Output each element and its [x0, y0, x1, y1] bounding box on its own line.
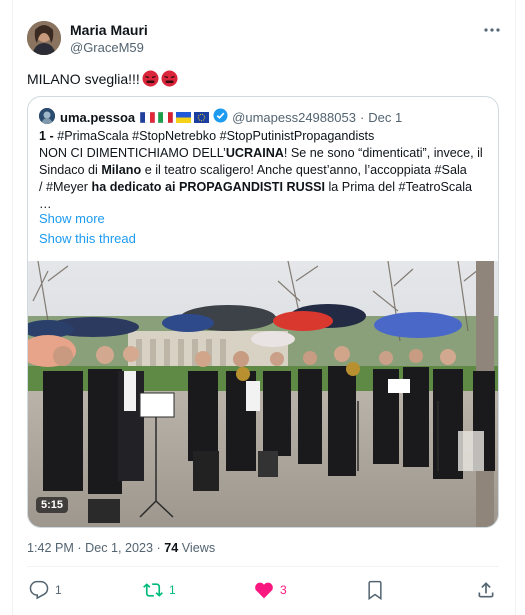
reply-count: 1 — [55, 583, 62, 597]
views-count: 74 — [164, 541, 179, 555]
author-name[interactable]: Maria Mauri — [70, 22, 148, 38]
ukraine-flag-icon — [176, 111, 192, 123]
quoted-text-line: / #Meyer ha dedicato ai PROPAGANDISTI RU… — [39, 179, 491, 196]
like-icon — [255, 582, 273, 599]
meta-separator: · — [77, 541, 86, 555]
quoted-text-line: NON CI DIMENTICHIAMO DELL’UCRAINA! Se ne… — [39, 145, 491, 162]
tweet-date[interactable]: Dec 1, 2023 — [85, 541, 153, 555]
show-thread-link[interactable]: Show this thread — [39, 231, 136, 246]
like-button[interactable]: 3 — [254, 580, 287, 600]
quoted-text-segment: la Prima del #TeatroScala — [325, 180, 472, 194]
quoted-tweet-card[interactable]: uma.pessoa @umapess24988053 · Dec 1 1 - … — [27, 96, 499, 528]
quoted-text-line: … — [39, 196, 491, 213]
show-more-link[interactable]: Show more — [39, 211, 105, 226]
quoted-text-segment: e il teatro scaligero! Anche quest’anno,… — [141, 163, 467, 177]
share-button[interactable] — [476, 580, 496, 600]
author-handle[interactable]: @GraceM59 — [70, 40, 144, 55]
quoted-text-segment: UCRAINA — [225, 146, 284, 160]
like-count: 3 — [280, 583, 287, 597]
video-player[interactable]: 5:15 — [28, 261, 498, 527]
bookmark-button[interactable] — [365, 580, 385, 600]
reply-icon — [29, 580, 49, 600]
quoted-tweet-date[interactable]: Dec 1 — [368, 110, 402, 125]
video-thumbnail — [28, 261, 498, 527]
quoted-date-separator: · — [359, 109, 365, 125]
quoted-text-line: Sindaco di Milano e il teatro scaligero!… — [39, 162, 491, 179]
quoted-text-segment: ! Se ne sono “dimenticati”, invece, il — [283, 146, 483, 160]
flags-group — [140, 111, 210, 123]
quoted-text-segment: NON CI DIMENTICHIAMO DELL’ — [39, 146, 226, 160]
divider — [27, 566, 499, 567]
views-label: Views — [181, 541, 216, 555]
more-icon[interactable] — [482, 22, 502, 38]
italy-flag-icon — [158, 111, 174, 123]
angry-face-emoji-icon — [142, 70, 159, 90]
eu-flag-icon — [194, 111, 210, 123]
quoted-text-segment: … — [39, 197, 52, 211]
quoted-tweet-body: 1 - #PrimaScala #StopNetrebko #StopPutin… — [39, 128, 491, 213]
repost-button[interactable]: 1 — [143, 580, 176, 600]
quoted-text-segment: Milano — [101, 163, 142, 177]
repost-count: 1 — [169, 583, 176, 597]
tweet-meta: 1:42 PM · Dec 1, 2023 · 74 Views — [27, 541, 215, 555]
quoted-text-segment: / #Meyer — [39, 180, 92, 194]
quoted-text-segment: Sindaco di — [39, 163, 102, 177]
quoted-author-name[interactable]: uma.pessoa — [60, 110, 135, 125]
share-icon — [478, 582, 494, 598]
quoted-text-segment: ha dedicato ai PROPAGANDISTI RUSSI — [91, 180, 326, 194]
quoted-author-avatar[interactable] — [39, 108, 55, 124]
quoted-author-handle[interactable]: @umapess24988053 — [232, 110, 356, 125]
author-avatar[interactable] — [27, 21, 61, 55]
quoted-tweet-header: uma.pessoa @umapess24988053 · Dec 1 — [60, 108, 402, 126]
verified-icon — [213, 108, 228, 126]
tweet-text: MILANO sveglia!!! — [27, 70, 178, 90]
video-duration-badge: 5:15 — [36, 497, 69, 513]
tweet-time[interactable]: 1:42 PM — [27, 541, 74, 555]
reply-button[interactable]: 1 — [29, 580, 62, 600]
angry-face-emoji-icon — [161, 70, 178, 90]
repost-icon — [143, 583, 163, 597]
france-flag-icon — [140, 111, 156, 123]
quoted-text-line: 1 - #PrimaScala #StopNetrebko #StopPutin… — [39, 128, 491, 145]
quoted-text-segment: #PrimaScala #StopNetrebko #StopPutinistP… — [57, 129, 375, 143]
bookmark-icon — [368, 580, 382, 600]
tweet-text-content: MILANO sveglia!!! — [27, 71, 140, 87]
quoted-text-segment: 1 - — [39, 129, 58, 143]
